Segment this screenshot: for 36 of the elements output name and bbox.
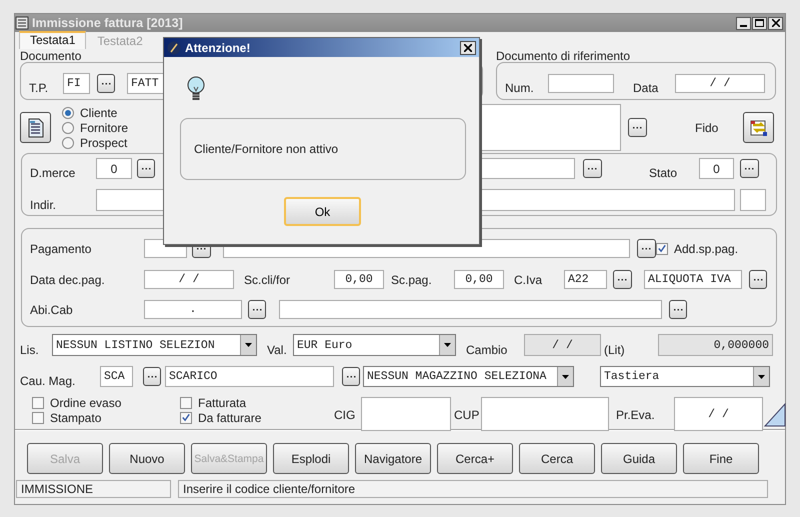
field-label: Val. — [267, 342, 288, 356]
field-label: Num. — [505, 81, 535, 95]
field-label: CIG — [334, 408, 356, 422]
field-label: Data dec.pag. — [30, 272, 106, 286]
field-label: Indir. — [30, 198, 58, 212]
field-label: Abi.Cab — [30, 302, 74, 316]
field-label: Pr.Eva. — [616, 408, 656, 422]
radio-label: Prospect — [80, 136, 128, 150]
field-label: Data — [633, 81, 660, 95]
field-label: Cau. Mag. — [20, 374, 76, 388]
field-label: T.P. — [29, 81, 50, 95]
checkbox-label: Fatturata — [198, 396, 246, 410]
checkbox-label: Da fatturare — [198, 410, 262, 424]
checkbox-label: Stampato — [50, 410, 102, 424]
section-label: Documento — [20, 49, 82, 62]
field-label: Sc.pag. — [391, 272, 433, 286]
field-label: Stato — [649, 166, 678, 180]
checkbox-label: Ordine evaso — [50, 396, 122, 410]
field-label: Sc.cli/for — [244, 272, 292, 286]
dialog-message: Cliente/Fornitore non attivo — [194, 142, 338, 156]
field-label: CUP — [454, 408, 480, 422]
field-label: C.Iva — [514, 272, 544, 286]
status-mode: IMMISSIONE — [16, 480, 171, 498]
section-label: Documento di riferimento — [496, 49, 632, 62]
field-label: (Lit) — [604, 342, 626, 356]
field-label: Add.sp.pag. — [674, 242, 740, 256]
field-label: Pagamento — [30, 242, 92, 256]
field-label: Cambio — [466, 342, 508, 356]
status-message: Inserire il codice cliente/fornitore — [178, 480, 768, 498]
field-label: Fido — [695, 120, 720, 134]
radio-label: Fornitore — [80, 120, 128, 134]
window-title: Immissione fattura [2013] — [32, 16, 183, 30]
dialog-title: Attenzione! — [185, 40, 250, 54]
radio-label: Cliente — [80, 106, 118, 120]
field-label: Lis. — [20, 342, 40, 356]
field-label: D.merce — [30, 166, 76, 180]
